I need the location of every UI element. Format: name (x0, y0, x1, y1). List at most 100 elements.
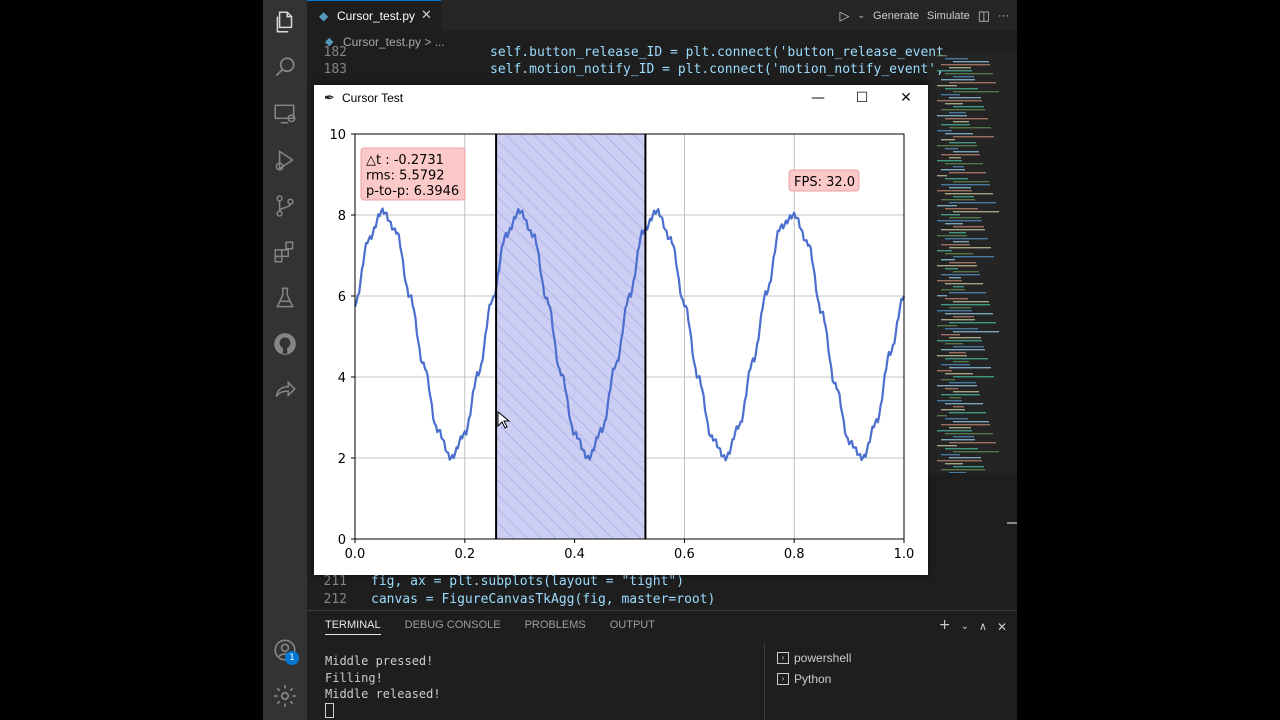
manage-gear-icon[interactable] (269, 680, 301, 712)
minimap-line (941, 334, 960, 336)
stats-text: rms: 5.5792 (366, 169, 445, 184)
minimap-line (953, 196, 974, 198)
github-icon[interactable] (269, 328, 301, 360)
minimap-line (953, 466, 984, 468)
minimap-line (941, 454, 960, 456)
chevron-down-icon[interactable]: ⌄ (857, 10, 865, 21)
y-tick-label: 2 (338, 452, 346, 467)
minimap-line (937, 370, 952, 372)
minimap-line (937, 430, 972, 432)
minimap-line (937, 415, 947, 417)
minimap-line (937, 115, 967, 117)
minimap-line (953, 391, 979, 393)
minimap-line (949, 337, 981, 339)
maximize-panel-icon[interactable]: ∧ (979, 617, 987, 637)
scrollbar-thumb[interactable] (1007, 522, 1017, 524)
explorer-icon[interactable] (269, 6, 301, 38)
minimap-line (949, 397, 961, 399)
minimap-line (941, 124, 970, 126)
minimap-line (949, 352, 966, 354)
panel-actions: + ⌄ ∧ ✕ (939, 617, 1007, 637)
testing-icon[interactable] (269, 282, 301, 314)
breadcrumb-path[interactable]: Cursor_test.py > ... (343, 35, 445, 49)
minimap-line (953, 361, 969, 363)
run-debug-icon[interactable] (269, 144, 301, 176)
stats-text: p-to-p: 6.3946 (366, 184, 459, 199)
minimap-line (937, 85, 957, 87)
tab-problems[interactable]: PROBLEMS (525, 619, 586, 635)
search-icon[interactable] (269, 52, 301, 84)
minimap-line (949, 472, 966, 473)
minimap-line (945, 448, 978, 450)
close-window-button[interactable]: ✕ (884, 85, 928, 113)
code-line: self.motion_notify_ID = plt.connect('mot… (490, 62, 944, 77)
minimap-line (953, 376, 994, 378)
editor-toolbar: ▷ ⌄ Generate Simulate ◫ ··· (839, 0, 1017, 31)
more-actions-icon[interactable]: ··· (998, 10, 1009, 22)
y-tick-label: 0 (338, 533, 346, 548)
minimap-line (941, 64, 990, 66)
simulate-button[interactable]: Simulate (927, 10, 970, 22)
minimap-line (949, 202, 996, 204)
minimap-line (945, 208, 978, 210)
minimap-line (937, 55, 947, 57)
chevron-down-icon[interactable]: ⌄ (960, 617, 968, 637)
tab-cursor-test-py[interactable]: ◆ Cursor_test.py ✕ (307, 0, 441, 32)
minimap-line (945, 283, 983, 285)
minimap-line (937, 160, 962, 162)
minimap-line (953, 151, 979, 153)
close-tab-icon[interactable]: ✕ (421, 8, 432, 23)
y-tick-label: 10 (329, 128, 346, 143)
minimap-line (941, 364, 970, 366)
minimap-line (953, 451, 999, 453)
minimap-line (949, 187, 971, 189)
bottom-panel: TERMINAL DEBUG CONSOLE PROBLEMS OUTPUT +… (307, 610, 1017, 720)
minimap-line (945, 403, 983, 405)
minimap-line (937, 250, 952, 252)
line-number: 212 (323, 592, 347, 607)
close-panel-icon[interactable]: ✕ (997, 617, 1007, 637)
y-tick-label: 8 (338, 209, 346, 224)
cursor-test-window: ✒ Cursor Test — ☐ ✕ 0.0 0.2 0.4 0.6 0.8 1.0 0 2… (314, 85, 928, 575)
minimize-button[interactable]: — (796, 85, 840, 113)
remote-explorer-icon[interactable] (269, 98, 301, 130)
minimap-line (953, 121, 969, 123)
minimap-line (941, 109, 985, 111)
minimap-line (941, 229, 985, 231)
panel-tabs: TERMINAL DEBUG CONSOLE PROBLEMS OUTPUT (325, 619, 655, 635)
live-share-icon[interactable] (269, 374, 301, 406)
tab-output[interactable]: OUTPUT (610, 619, 655, 635)
minimap[interactable] (933, 53, 1009, 473)
maximize-button[interactable]: ☐ (840, 85, 884, 113)
minimap-line (945, 223, 963, 225)
minimap-line (941, 424, 990, 426)
minimap-line (941, 199, 975, 201)
feather-icon: ✒ (324, 91, 335, 106)
selection-hatch (496, 134, 646, 539)
split-editor-icon[interactable]: ◫ (978, 8, 990, 24)
minimap-line (945, 133, 973, 135)
terminal-output[interactable]: Middle pressed! Filling! Middle released… (325, 653, 441, 720)
plot-canvas[interactable]: 0.0 0.2 0.4 0.6 0.8 1.0 0 2 4 6 8 10 △t : -0.2731rms… (314, 113, 928, 575)
minimap-line (945, 163, 983, 165)
source-control-icon[interactable] (269, 190, 301, 222)
extensions-icon[interactable] (269, 236, 301, 268)
minimap-line (937, 460, 982, 462)
terminal-item-powershell[interactable]: › powershell (777, 647, 851, 668)
generate-button[interactable]: Generate (873, 10, 919, 22)
tab-debug-console[interactable]: DEBUG CONSOLE (405, 619, 501, 635)
new-terminal-icon[interactable]: + (939, 617, 951, 637)
minimap-line (953, 226, 984, 228)
minimap-line (941, 469, 985, 471)
terminal-item-python[interactable]: › Python (777, 668, 851, 689)
minimap-line (937, 385, 977, 387)
tab-terminal[interactable]: TERMINAL (325, 619, 381, 635)
minimap-line (953, 106, 984, 108)
minimap-line (949, 97, 981, 99)
minimap-line (953, 331, 999, 333)
minimap-line (949, 307, 971, 309)
minimap-line (953, 136, 994, 138)
run-icon[interactable]: ▷ (839, 8, 849, 24)
x-tick-label: 0.2 (454, 547, 475, 562)
window-titlebar[interactable]: ✒ Cursor Test — ☐ ✕ (314, 85, 928, 113)
